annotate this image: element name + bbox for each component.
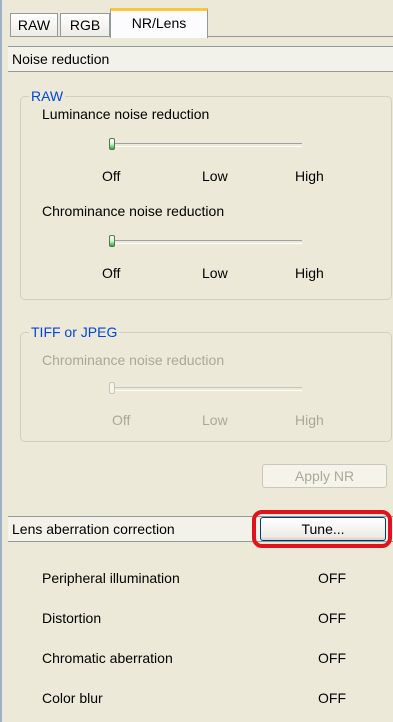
tab-bar: RAW RGB NR/Lens bbox=[10, 8, 393, 38]
tiff-tick-high: High bbox=[295, 412, 324, 428]
tab-raw[interactable]: RAW bbox=[10, 13, 58, 37]
chromatic-aberration-label: Chromatic aberration bbox=[42, 650, 173, 666]
luminance-nr-slider-thumb[interactable] bbox=[109, 138, 115, 150]
tab-nr-lens[interactable]: NR/Lens bbox=[110, 8, 208, 38]
chrominance-tick-low: Low bbox=[202, 265, 228, 281]
chrominance-nr-track[interactable] bbox=[112, 240, 302, 244]
noise-reduction-header: Noise reduction bbox=[8, 46, 393, 72]
luminance-tick-off: Off bbox=[102, 168, 121, 184]
tool-palette-panel: RAW RGB NR/Lens Noise reduction RAW Lumi… bbox=[0, 0, 393, 722]
distortion-value: OFF bbox=[318, 610, 346, 626]
tiff-tick-off: Off bbox=[112, 412, 131, 428]
luminance-tick-low: Low bbox=[202, 168, 228, 184]
luminance-tick-high: High bbox=[295, 168, 324, 184]
peripheral-illumination-value: OFF bbox=[318, 570, 346, 586]
tiff-tick-low: Low bbox=[202, 412, 228, 428]
distortion-label: Distortion bbox=[42, 610, 102, 626]
tune-button[interactable]: Tune... bbox=[260, 517, 386, 541]
tiff-chrominance-nr-label: Chrominance noise reduction bbox=[42, 352, 225, 368]
chrominance-nr-slider-thumb[interactable] bbox=[109, 235, 115, 247]
apply-nr-button[interactable]: Apply NR bbox=[262, 464, 387, 488]
tiff-chrominance-nr-track bbox=[112, 387, 302, 391]
luminance-nr-label: Luminance noise reduction bbox=[42, 106, 210, 122]
color-blur-value: OFF bbox=[318, 690, 346, 706]
raw-group-legend: RAW bbox=[29, 87, 66, 105]
lens-aberration-header-label: Lens aberration correction bbox=[12, 521, 175, 537]
tiff-jpeg-group-legend: TIFF or JPEG bbox=[29, 323, 120, 341]
chrominance-tick-high: High bbox=[295, 265, 324, 281]
tiff-chrominance-nr-slider-thumb bbox=[109, 382, 115, 394]
luminance-nr-track[interactable] bbox=[112, 143, 302, 147]
tab-rgb[interactable]: RGB bbox=[60, 13, 110, 37]
chrominance-nr-label: Chrominance noise reduction bbox=[42, 203, 225, 219]
color-blur-label: Color blur bbox=[42, 690, 103, 706]
peripheral-illumination-label: Peripheral illumination bbox=[42, 570, 180, 586]
chromatic-aberration-value: OFF bbox=[318, 650, 346, 666]
chrominance-tick-off: Off bbox=[102, 265, 121, 281]
